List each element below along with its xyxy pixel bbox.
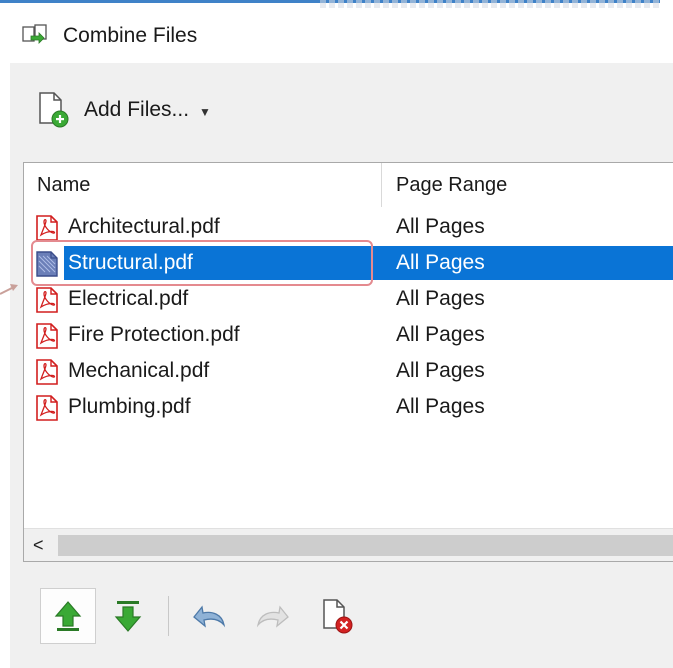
window-title: Combine Files [63, 24, 198, 47]
table-row[interactable]: Architectural.pdf All Pages [26, 210, 673, 244]
pdf-file-icon [36, 287, 58, 313]
page-range[interactable]: All Pages [396, 214, 485, 240]
table-row[interactable]: Plumbing.pdf All Pages [26, 390, 673, 424]
redo-icon [256, 605, 289, 628]
pdf-file-icon [36, 395, 58, 421]
background-window-text [320, 0, 660, 8]
page-range[interactable]: All Pages [396, 286, 485, 312]
remove-file-icon [323, 599, 353, 634]
move-up-icon [54, 601, 82, 631]
page-range[interactable]: All Pages [396, 322, 485, 348]
annotation-highlight-box [31, 240, 373, 286]
toolbar-separator [168, 596, 169, 636]
caret-down-icon[interactable]: ▼ [199, 105, 211, 119]
table-row-selected[interactable]: Structural.pdf All Pages [26, 240, 673, 286]
move-down-button[interactable] [100, 588, 156, 644]
page-range[interactable]: All Pages [396, 394, 485, 420]
pdf-file-icon [36, 215, 58, 241]
file-name: Mechanical.pdf [68, 359, 210, 382]
column-header-name[interactable]: Name [24, 163, 382, 207]
redo-button[interactable] [245, 588, 301, 644]
undo-button[interactable] [181, 588, 237, 644]
title-bar: Combine Files [0, 12, 673, 56]
pdf-file-icon [36, 323, 58, 349]
file-actions-toolbar [40, 588, 365, 644]
file-name: Electrical.pdf [68, 287, 189, 310]
scroll-left-button[interactable]: < [33, 535, 44, 556]
window-top-edge [0, 0, 673, 10]
scrollbar-thumb[interactable] [58, 535, 673, 556]
move-up-button[interactable] [40, 588, 96, 644]
page-range[interactable]: All Pages [396, 358, 485, 384]
add-files-button[interactable]: Add Files... ▼ [36, 90, 211, 130]
file-list[interactable]: Name Page Range Architectural.pdf All Pa… [23, 162, 673, 562]
add-file-icon [39, 92, 69, 128]
horizontal-scrollbar[interactable]: < [24, 528, 673, 561]
move-down-icon [114, 601, 142, 632]
add-files-label: Add Files... [84, 98, 190, 121]
table-row[interactable]: Electrical.pdf All Pages [26, 282, 673, 316]
combine-files-icon [22, 24, 47, 44]
file-name: Fire Protection.pdf [68, 323, 240, 346]
column-header-page-range[interactable]: Page Range [383, 163, 673, 207]
table-row[interactable]: Mechanical.pdf All Pages [26, 354, 673, 388]
pdf-file-icon [36, 359, 58, 385]
page-range[interactable]: All Pages [396, 250, 485, 276]
table-row[interactable]: Fire Protection.pdf All Pages [26, 318, 673, 352]
remove-file-button[interactable] [309, 588, 365, 644]
file-name: Plumbing.pdf [68, 395, 191, 418]
file-name: Architectural.pdf [68, 215, 220, 238]
undo-icon [193, 605, 226, 628]
annotation-arrow-icon [0, 284, 18, 295]
